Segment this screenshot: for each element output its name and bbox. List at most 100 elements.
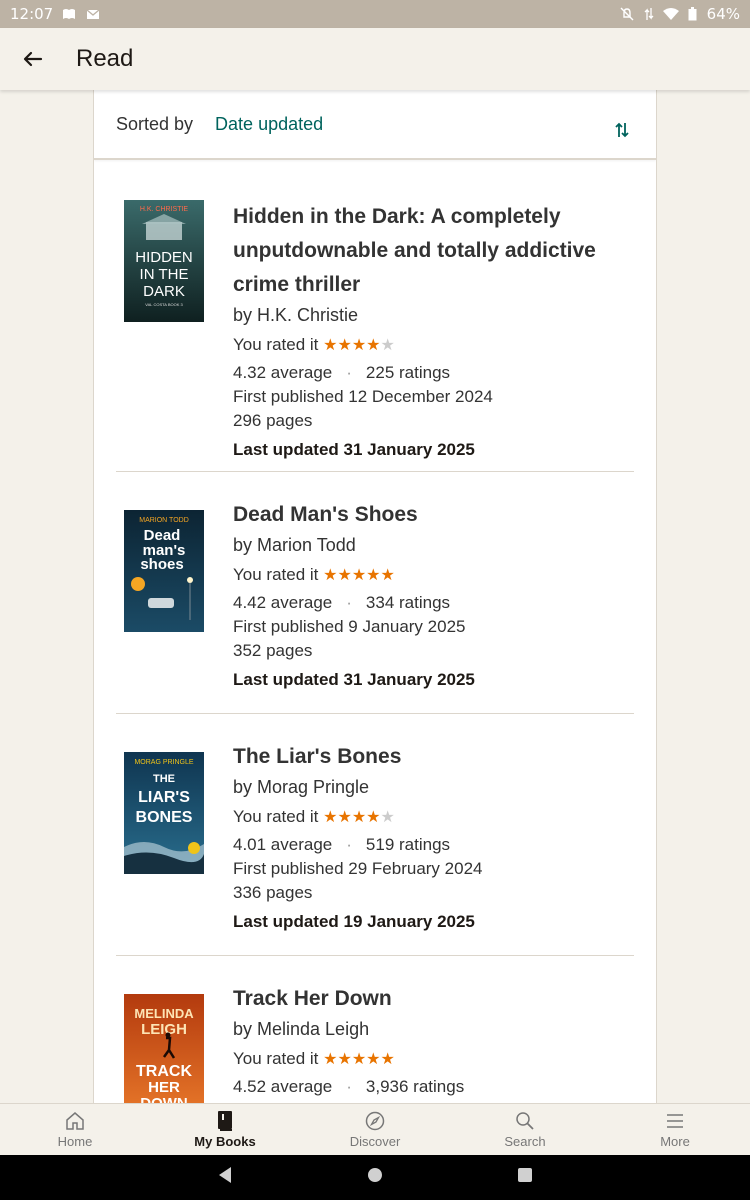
rating-stats: 4.52 average · 3,936 ratings xyxy=(233,1075,623,1099)
last-updated: Last updated 31 January 2025 xyxy=(233,440,475,459)
average-rating: 4.32 average xyxy=(233,363,333,382)
book-cover[interactable]: H.K. CHRISTIE HIDDEN IN THE DARK VAL COS… xyxy=(124,200,204,322)
first-published: First published 12 December 2024 xyxy=(233,387,493,406)
star-filled-icon[interactable]: ★ xyxy=(352,337,366,354)
user-rating: You rated it ★★★★★ xyxy=(233,1044,623,1075)
rating-stars[interactable]: ★★★★★ xyxy=(323,567,395,584)
cover-title-line: THE xyxy=(153,773,175,785)
star-filled-icon[interactable]: ★ xyxy=(352,1051,366,1068)
bottom-navigation: Home My Books Discover Search More xyxy=(0,1103,750,1155)
book-title[interactable]: Track Her Down xyxy=(233,982,623,1016)
cover-title-line: HER xyxy=(148,1079,180,1096)
book-title[interactable]: Dead Man's Shoes xyxy=(233,498,623,532)
cover-author: H.K. CHRISTIE xyxy=(140,206,189,213)
book-item[interactable]: MARION TODD Dead man's shoes Dead Man's … xyxy=(116,472,634,714)
book-author[interactable]: by Melinda Leigh xyxy=(233,1016,623,1042)
star-filled-icon[interactable]: ★ xyxy=(323,567,337,584)
mute-icon xyxy=(619,6,635,22)
star-filled-icon[interactable]: ★ xyxy=(352,567,366,584)
user-rating: You rated it ★★★★★ xyxy=(233,330,623,361)
user-rating: You rated it ★★★★★ xyxy=(233,802,623,833)
page-count: 352 pages xyxy=(233,641,313,660)
nav-discover[interactable]: Discover xyxy=(300,1104,450,1155)
cover-title-line: HIDDEN xyxy=(135,249,193,266)
book-info: Hidden in the Dark: A completely unputdo… xyxy=(233,200,623,465)
back-button[interactable] xyxy=(0,28,66,90)
compass-icon xyxy=(364,1110,386,1132)
cover-title-line: shoes xyxy=(140,556,183,573)
star-filled-icon[interactable]: ★ xyxy=(366,1051,380,1068)
sort-toggle-button[interactable] xyxy=(610,118,634,142)
nav-my-books[interactable]: My Books xyxy=(150,1104,300,1155)
last-updated: Last updated 19 January 2025 xyxy=(233,912,475,931)
app-bar: Read xyxy=(0,28,750,90)
book-author[interactable]: by H.K. Christie xyxy=(233,302,623,328)
rating-stats: 4.01 average · 519 ratings xyxy=(233,833,623,857)
book-title[interactable]: The Liar's Bones xyxy=(233,740,623,774)
status-bar: 12:07 64% xyxy=(0,0,750,28)
nav-search[interactable]: Search xyxy=(450,1104,600,1155)
book-item[interactable]: H.K. CHRISTIE HIDDEN IN THE DARK VAL COS… xyxy=(116,160,634,472)
separator-dot: · xyxy=(346,593,352,612)
separator-dot: · xyxy=(346,363,352,382)
cover-title-line: BONES xyxy=(136,809,193,826)
book-author[interactable]: by Marion Todd xyxy=(233,532,623,558)
page-count: 296 pages xyxy=(233,411,313,430)
nav-home[interactable]: Home xyxy=(0,1104,150,1155)
star-filled-icon[interactable]: ★ xyxy=(366,809,380,826)
star-filled-icon[interactable]: ★ xyxy=(323,337,337,354)
system-home-icon[interactable] xyxy=(367,1167,383,1188)
book-title[interactable]: Hidden in the Dark: A completely unputdo… xyxy=(233,200,623,302)
nav-more[interactable]: More xyxy=(600,1104,750,1155)
wifi-icon xyxy=(662,6,679,22)
sort-row: Sorted by Date updated xyxy=(94,90,656,160)
book-info: Track Her Down by Melinda Leigh You rate… xyxy=(233,982,623,1099)
rated-label: You rated it xyxy=(233,1049,319,1068)
book-author[interactable]: by Morag Pringle xyxy=(233,774,623,800)
ratings-count: 3,936 ratings xyxy=(365,1077,465,1096)
system-back-icon[interactable] xyxy=(217,1166,233,1189)
rating-stars[interactable]: ★★★★★ xyxy=(323,1051,395,1068)
sort-toggle-icon xyxy=(615,122,629,138)
star-empty-icon[interactable]: ★ xyxy=(381,337,395,354)
battery-level: 64% xyxy=(706,5,740,23)
star-filled-icon[interactable]: ★ xyxy=(337,567,351,584)
book-info: The Liar's Bones by Morag Pringle You ra… xyxy=(233,740,623,937)
rating-stats: 4.32 average · 225 ratings xyxy=(233,361,623,385)
star-filled-icon[interactable]: ★ xyxy=(337,337,351,354)
sort-value[interactable]: Date updated xyxy=(215,114,323,135)
nav-label: More xyxy=(660,1134,690,1149)
page-title: Read xyxy=(76,45,134,72)
system-navigation-bar xyxy=(0,1155,750,1200)
last-updated: Last updated 31 January 2025 xyxy=(233,670,475,689)
shelf-list[interactable]: Sorted by Date updated H.K. CHRISTIE HID… xyxy=(93,90,657,1103)
cover-author: LEIGH xyxy=(141,1021,187,1038)
sort-label: Sorted by xyxy=(116,113,194,134)
ratings-count: 225 ratings xyxy=(365,363,451,382)
star-empty-icon[interactable]: ★ xyxy=(381,809,395,826)
star-filled-icon[interactable]: ★ xyxy=(381,1051,395,1068)
star-filled-icon[interactable]: ★ xyxy=(381,567,395,584)
average-rating: 4.42 average xyxy=(233,593,333,612)
book-item[interactable]: MORAG PRINGLE THE LIAR'S BONES The Liar'… xyxy=(116,714,634,956)
book-notification-icon xyxy=(61,6,77,22)
star-filled-icon[interactable]: ★ xyxy=(366,567,380,584)
book-cover[interactable]: MELINDA LEIGH TRACK HER DOWN xyxy=(124,994,204,1103)
book-cover[interactable]: MARION TODD Dead man's shoes xyxy=(124,510,204,632)
star-filled-icon[interactable]: ★ xyxy=(366,337,380,354)
user-rating: You rated it ★★★★★ xyxy=(233,560,623,591)
first-published: First published 9 January 2025 xyxy=(233,617,466,636)
rating-stars[interactable]: ★★★★★ xyxy=(323,809,395,826)
star-filled-icon[interactable]: ★ xyxy=(323,1051,337,1068)
book-cover[interactable]: MORAG PRINGLE THE LIAR'S BONES xyxy=(124,752,204,874)
nav-label: Search xyxy=(504,1134,546,1149)
rated-label: You rated it xyxy=(233,335,319,354)
star-filled-icon[interactable]: ★ xyxy=(337,809,351,826)
system-recents-icon[interactable] xyxy=(517,1167,533,1188)
star-filled-icon[interactable]: ★ xyxy=(352,809,366,826)
star-filled-icon[interactable]: ★ xyxy=(323,809,337,826)
book-item[interactable]: MELINDA LEIGH TRACK HER DOWN Track Her D… xyxy=(116,956,634,1103)
book-icon xyxy=(214,1110,236,1132)
star-filled-icon[interactable]: ★ xyxy=(337,1051,351,1068)
rating-stars[interactable]: ★★★★★ xyxy=(323,337,395,354)
